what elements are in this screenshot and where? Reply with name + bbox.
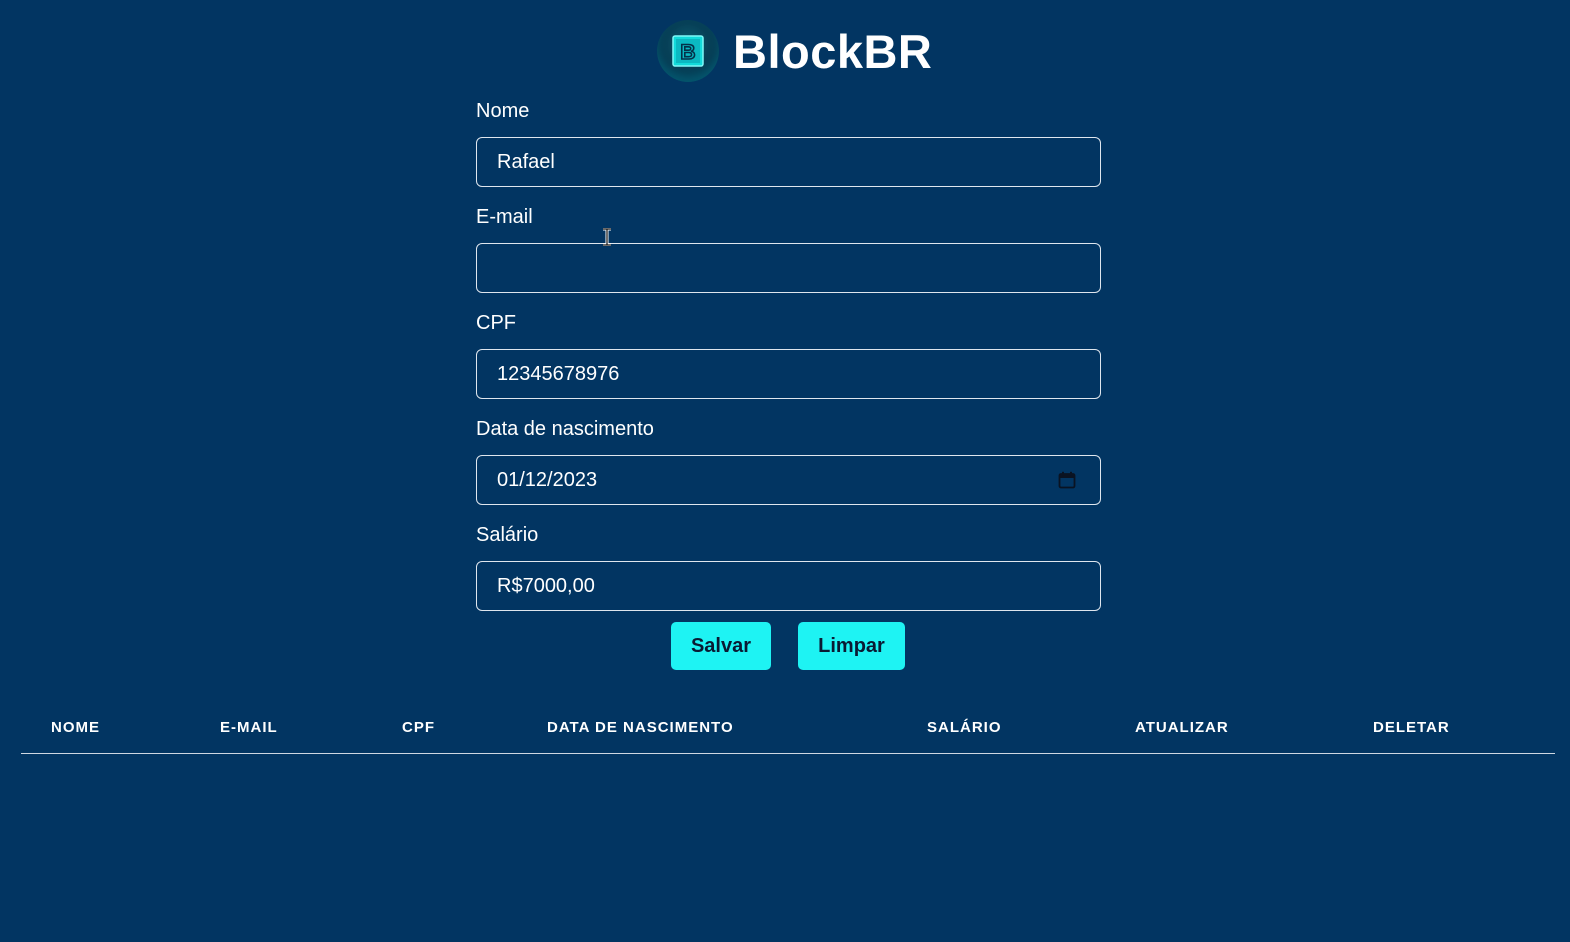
column-header-email: E-MAIL xyxy=(220,719,278,736)
column-header-cpf: CPF xyxy=(402,719,435,736)
salary-field-box xyxy=(476,561,1101,611)
column-header-salario: SALÁRIO xyxy=(927,719,1002,736)
text-cursor-icon xyxy=(603,228,611,246)
app-title: BlockBR xyxy=(733,24,933,78)
clear-button[interactable]: Limpar xyxy=(798,622,905,670)
birthdate-input[interactable] xyxy=(477,456,1100,504)
email-field-box xyxy=(476,243,1101,293)
email-label: E-mail xyxy=(476,206,533,228)
employee-form: Nome E-mail CPF Data de nascimento Salár… xyxy=(476,98,1101,628)
cpf-field-box xyxy=(476,349,1101,399)
cpf-input[interactable] xyxy=(477,350,1100,398)
employees-table: NOME E-MAIL CPF DATA DE NASCIMENTO SALÁR… xyxy=(21,705,1555,754)
name-field-box xyxy=(476,137,1101,187)
salary-input[interactable] xyxy=(477,562,1100,610)
birthdate-label: Data de nascimento xyxy=(476,418,654,440)
logo-icon: B xyxy=(657,20,719,82)
calendar-icon[interactable] xyxy=(1058,471,1076,489)
brand-header: B BlockBR xyxy=(657,19,932,83)
column-header-atualizar: ATUALIZAR xyxy=(1135,719,1229,736)
page: B BlockBR Nome E-mail CPF Data de nascim… xyxy=(0,0,1570,942)
column-header-deletar: DELETAR xyxy=(1373,719,1450,736)
name-input[interactable] xyxy=(477,138,1100,186)
column-header-nome: NOME xyxy=(51,719,100,736)
form-actions: Salvar Limpar xyxy=(671,622,905,670)
name-label: Nome xyxy=(476,100,530,122)
column-header-data-nascimento: DATA DE NASCIMENTO xyxy=(547,719,734,736)
cpf-label: CPF xyxy=(476,312,516,334)
save-button[interactable]: Salvar xyxy=(671,622,771,670)
salary-label: Salário xyxy=(476,524,539,546)
svg-text:B: B xyxy=(680,41,695,64)
email-input[interactable] xyxy=(477,244,1100,292)
birthdate-field-box xyxy=(476,455,1101,505)
